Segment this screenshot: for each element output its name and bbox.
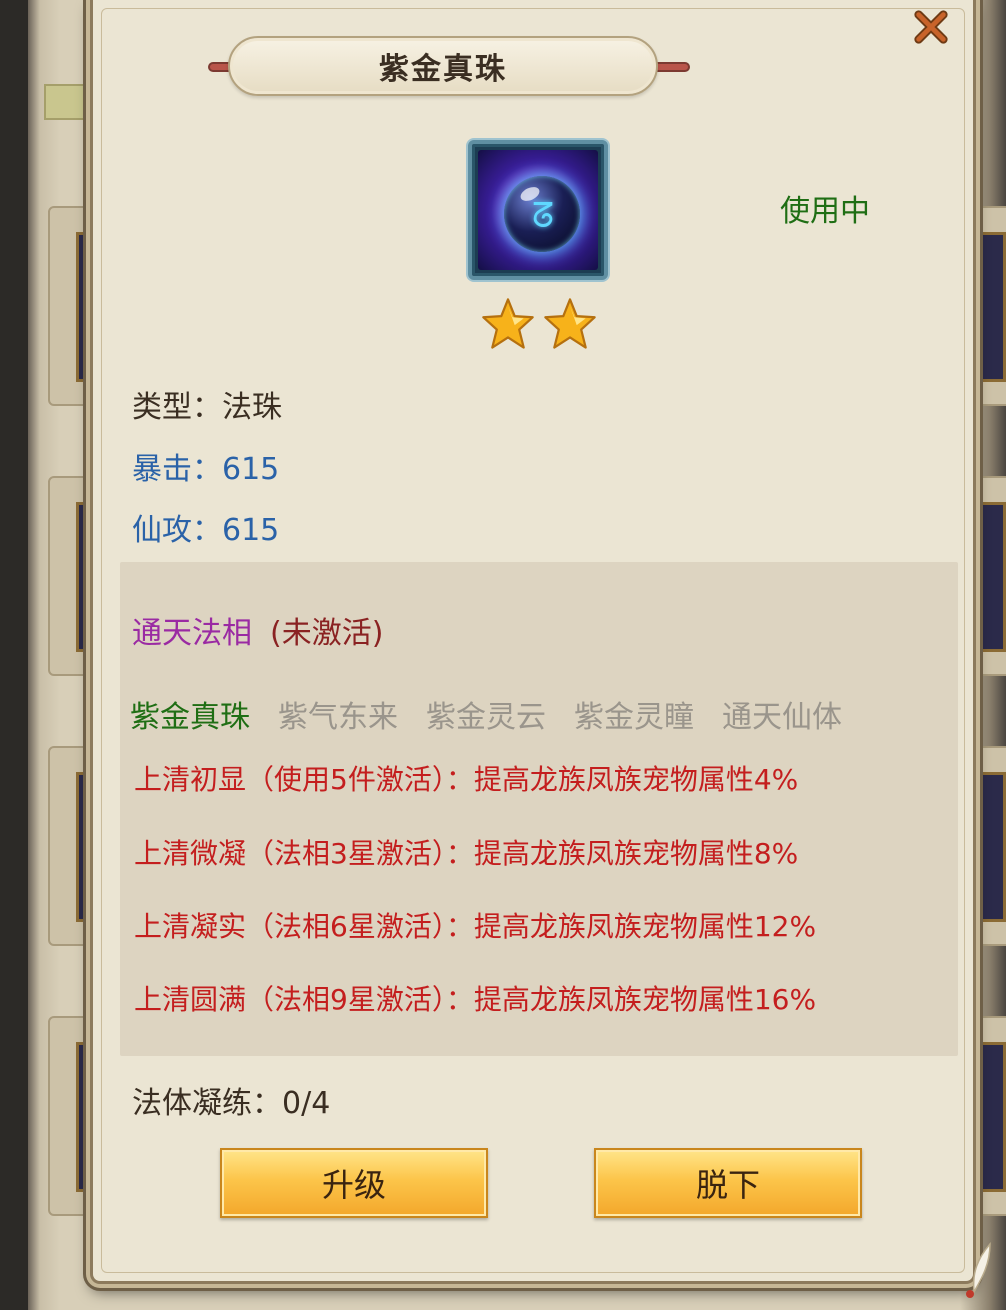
set-name: 通天法相 — [132, 616, 252, 651]
background-item-card — [974, 1016, 1006, 1216]
unequip-button[interactable]: 脱下 — [594, 1148, 862, 1218]
background-item-card — [974, 206, 1006, 406]
equip-status: 使用中 — [780, 194, 870, 229]
set-member: 紫金灵瞳 — [574, 700, 694, 735]
refine-progress: 法体凝练：0/4 — [132, 1086, 331, 1121]
star-rating — [480, 296, 598, 352]
feather-decoration-icon — [966, 1241, 991, 1298]
upgrade-button[interactable]: 升级 — [220, 1148, 488, 1218]
set-bonus: 上清凝实（法相6星激活）：提高龙族凤族宠物属性12% — [134, 910, 817, 943]
stat-attack: 仙攻：615 — [132, 513, 280, 548]
set-title: 通天法相 (未激活) — [132, 608, 383, 652]
set-member-list: 紫金真珠 紫气东来 紫金灵云 紫金灵瞳 通天仙体 — [130, 692, 842, 736]
set-member: 通天仙体 — [722, 700, 842, 735]
background-item-card — [974, 746, 1006, 946]
close-button[interactable] — [910, 6, 952, 48]
item-title: 紫金真珠 — [379, 52, 507, 87]
item-type: 类型：法珠 — [132, 390, 282, 425]
star-icon — [544, 298, 596, 349]
set-bonus: 上清圆满（法相9星激活）：提高龙族凤族宠物属性16% — [134, 983, 817, 1016]
set-bonus: 上清微凝（法相3星激活）：提高龙族凤族宠物属性8% — [134, 837, 799, 870]
title-banner: 紫金真珠 — [228, 36, 658, 96]
star-icon — [482, 298, 534, 349]
set-member: 紫气东来 — [278, 700, 398, 735]
set-member: 紫金灵云 — [426, 700, 546, 735]
set-bonus: 上清初显（使用5件激活）：提高龙族凤族宠物属性4% — [134, 763, 799, 796]
background-item-card — [974, 476, 1006, 676]
close-icon — [914, 10, 948, 44]
stat-crit: 暴击：615 — [132, 452, 280, 487]
set-state: (未激活) — [270, 616, 384, 651]
set-member: 紫金真珠 — [130, 700, 250, 735]
purple-orb-icon: ᘔ — [468, 140, 608, 280]
set-info-box: 通天法相 (未激活) 紫金真珠 紫气东来 紫金灵云 紫金灵瞳 通天仙体 上清初显（… — [120, 562, 958, 1056]
